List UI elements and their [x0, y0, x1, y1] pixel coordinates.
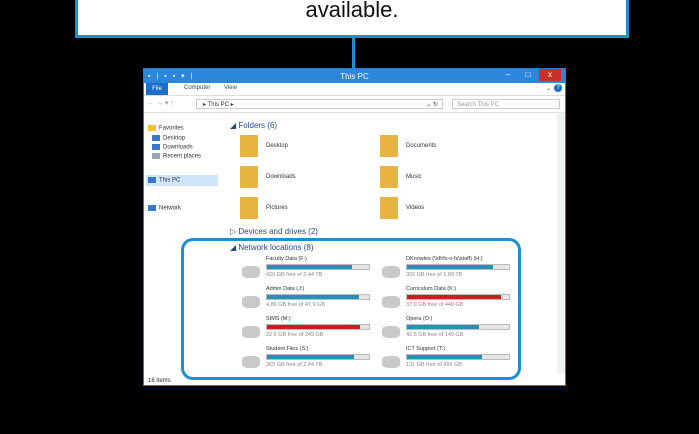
ribbon-expand-icon[interactable]: ⌄: [546, 85, 551, 92]
folder-icon: [240, 166, 258, 188]
folder-label: Desktop: [266, 143, 289, 149]
network-icon: [148, 205, 156, 211]
folder-label: Downloads: [266, 174, 296, 180]
address-bar: ← → ▾ ↑ ▸ This PC ▸ ⌄ ↻ Search This PC: [144, 96, 565, 113]
callout-text: available.: [305, 0, 399, 22]
minimize-button[interactable]: –: [499, 69, 517, 81]
nav-recent-places[interactable]: Recent places: [152, 153, 201, 160]
address-path[interactable]: ▸ This PC ▸: [203, 102, 234, 108]
folder-icon: [380, 166, 398, 188]
nav-this-pc[interactable]: This PC: [146, 175, 218, 186]
folder-label: Documents: [406, 143, 437, 149]
address-box[interactable]: ▸ This PC ▸ ⌄ ↻: [196, 99, 443, 109]
callout-box: available.: [75, 0, 629, 38]
network-locations-highlight: [181, 238, 521, 380]
tab-file[interactable]: File: [146, 83, 168, 95]
tab-view[interactable]: View: [224, 85, 237, 91]
folder-icon: [380, 197, 398, 219]
tab-computer[interactable]: Computer: [184, 85, 210, 91]
title-bar: ▪ | ▪ ▪ ▾ | This PC – □ x: [144, 69, 565, 83]
ribbon: File Computer View ⌄ ?: [144, 83, 565, 96]
nav-network[interactable]: Network: [148, 205, 181, 212]
nav-desktop[interactable]: Desktop: [152, 135, 185, 142]
folder-label: Videos: [406, 205, 425, 211]
folder-label: Pictures: [266, 205, 288, 211]
refresh-icon[interactable]: ⌄ ↻: [426, 100, 438, 110]
star-icon: [148, 125, 156, 131]
downloads-icon: [152, 144, 160, 150]
folder-icon: [380, 135, 398, 157]
vertical-scrollbar[interactable]: [557, 113, 565, 373]
status-item-count: 16 items: [148, 378, 171, 384]
nav-recent-label: Recent places: [163, 153, 202, 160]
computer-icon: [148, 177, 156, 183]
desktop-icon: [152, 135, 160, 141]
help-icon[interactable]: ?: [554, 84, 562, 92]
nav-favorites[interactable]: Favorites: [148, 125, 184, 132]
recent-places-icon: [152, 153, 160, 159]
nav-desktop-label: Desktop: [163, 135, 186, 142]
folder-icon: [240, 197, 258, 219]
devices-heading[interactable]: ▷ Devices and drives (2): [230, 227, 318, 236]
nav-buttons[interactable]: ← → ▾ ↑: [147, 99, 174, 107]
nav-favorites-label: Favorites: [159, 125, 184, 132]
nav-this-pc-label: This PC: [159, 177, 181, 184]
folder-icon: [240, 135, 258, 157]
folders-heading[interactable]: ◢ Folders (6): [230, 121, 277, 130]
search-input[interactable]: Search This PC: [452, 99, 560, 109]
nav-downloads-label: Downloads: [163, 144, 193, 151]
nav-network-label: Network: [159, 205, 182, 212]
close-button[interactable]: x: [539, 69, 561, 81]
nav-downloads[interactable]: Downloads: [152, 144, 193, 151]
maximize-button[interactable]: □: [519, 69, 537, 81]
folder-label: Music: [406, 174, 422, 180]
